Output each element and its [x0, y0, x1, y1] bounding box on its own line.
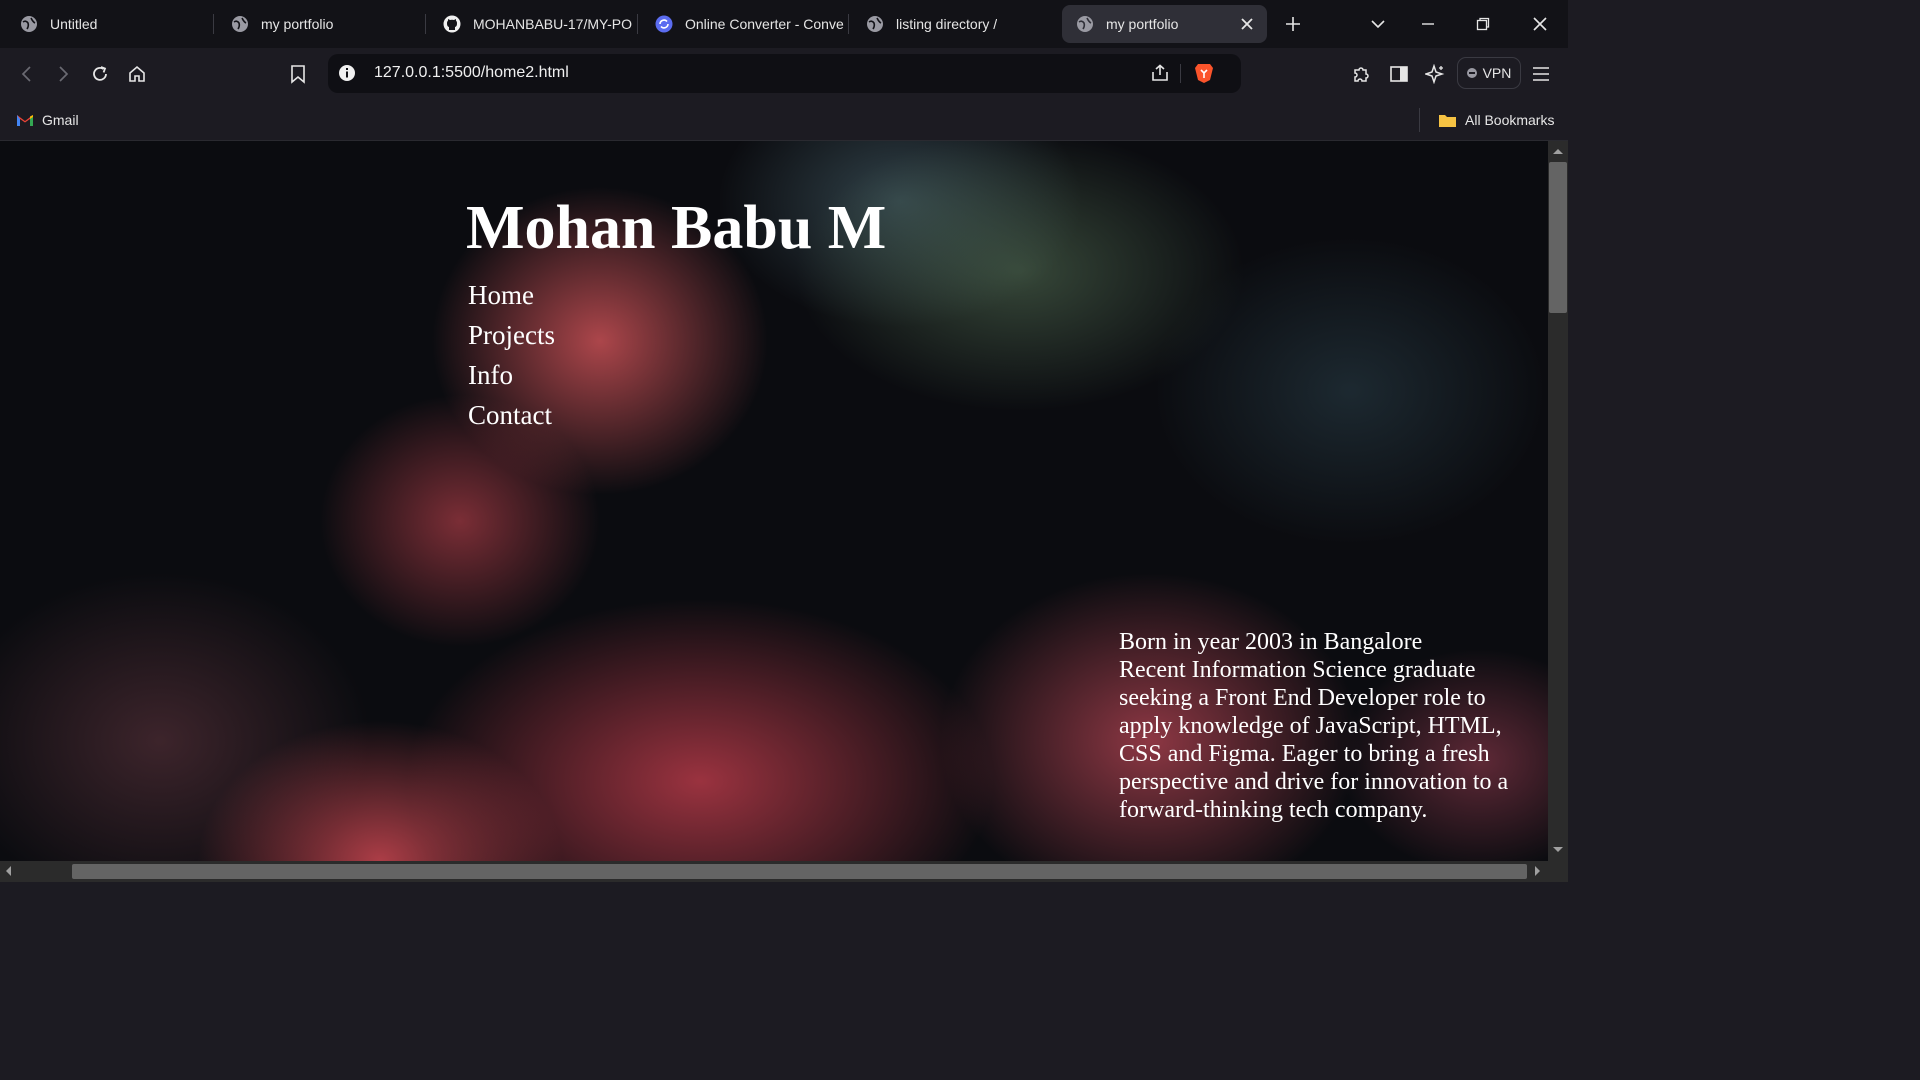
bookmarks-bar: Gmail All Bookmarks [0, 100, 1568, 141]
site-info-icon[interactable] [338, 64, 356, 82]
tab-github-repo[interactable]: MOHANBABU-17/MY-PO [431, 5, 637, 43]
page-viewport: Mohan Babu M Home Projects Info Contact … [0, 141, 1548, 861]
sparkle-icon [1425, 64, 1445, 84]
bookmark-gmail[interactable]: Gmail [16, 108, 79, 132]
url-divider [1180, 64, 1181, 83]
chevron-down-icon [1371, 20, 1385, 29]
converter-icon [655, 15, 673, 33]
scroll-up-arrow-icon[interactable] [1553, 149, 1563, 154]
bio-section: Born in year 2003 in Bangalore Recent In… [1119, 628, 1529, 824]
arrow-left-icon [21, 66, 31, 82]
scroll-down-arrow-icon[interactable] [1553, 847, 1563, 852]
restore-icon [1476, 17, 1490, 31]
close-icon [1533, 17, 1547, 31]
browser-toolbar: 127.0.0.1:5500/home2.html VPN [0, 48, 1568, 100]
tab-title: my portfolio [261, 16, 334, 32]
restore-button[interactable] [1468, 9, 1498, 39]
site-navigation: Home Projects Info Contact [468, 275, 555, 435]
close-window-button[interactable] [1525, 9, 1555, 39]
vpn-status-icon [1466, 68, 1477, 78]
scroll-left-arrow-icon[interactable] [6, 866, 11, 876]
puzzle-icon [1354, 67, 1369, 82]
brave-shields-icon[interactable] [1194, 62, 1214, 84]
tab-separator [637, 14, 638, 34]
home-button[interactable] [123, 60, 151, 88]
leo-ai-button[interactable] [1421, 60, 1449, 88]
vpn-label: VPN [1482, 65, 1512, 81]
horizontal-scroll-thumb[interactable] [72, 864, 1527, 879]
minimize-icon [1422, 23, 1434, 25]
bio-text: Born in year 2003 in Bangalore Recent In… [1119, 629, 1509, 823]
globe-icon [867, 16, 883, 32]
reload-button[interactable] [86, 60, 114, 88]
tab-separator [425, 14, 426, 34]
tab-title: Untitled [50, 16, 98, 32]
home-icon [129, 65, 145, 82]
url-text: 127.0.0.1:5500/home2.html [374, 64, 569, 81]
close-tab-icon[interactable] [1241, 18, 1253, 30]
new-tab-button[interactable] [1278, 9, 1308, 39]
tab-title: listing directory / [896, 16, 998, 32]
all-bookmarks-folder[interactable]: All Bookmarks [1438, 108, 1554, 132]
hamburger-menu-icon [1533, 67, 1549, 81]
globe-icon [21, 16, 37, 32]
nav-link-info[interactable]: Info [468, 355, 555, 395]
bookmark-icon [291, 65, 305, 84]
back-button[interactable] [13, 60, 41, 88]
extensions-button[interactable] [1347, 60, 1375, 88]
tab-online-converter[interactable]: Online Converter - Conve [643, 5, 849, 43]
tab-search-button[interactable] [1363, 9, 1393, 39]
tab-strip: Untitled my portfolio MOHANBABU-17/MY-PO… [0, 0, 1568, 48]
scrollbar-corner [1548, 861, 1568, 882]
scroll-right-arrow-icon[interactable] [1535, 866, 1540, 876]
forward-button[interactable] [49, 60, 77, 88]
share-icon[interactable] [1150, 63, 1170, 83]
bookmark-label: Gmail [42, 112, 79, 128]
globe-icon [1077, 16, 1093, 32]
globe-icon [232, 16, 248, 32]
bookmark-label: All Bookmarks [1465, 112, 1555, 128]
folder-icon [1439, 114, 1456, 127]
sidebar-button[interactable] [1385, 60, 1413, 88]
page-title: Mohan Babu M [466, 194, 887, 262]
tab-my-portfolio-active[interactable]: my portfolio [1062, 5, 1267, 43]
tab-my-portfolio[interactable]: my portfolio [219, 5, 427, 43]
bookmark-page-button[interactable] [284, 60, 312, 88]
gmail-icon [17, 115, 33, 126]
plus-icon [1286, 17, 1300, 31]
tab-title: Online Converter - Conve [685, 16, 844, 32]
reload-icon [93, 66, 107, 81]
vpn-button[interactable]: VPN [1457, 57, 1521, 89]
vertical-scroll-thumb[interactable] [1549, 162, 1567, 313]
arrow-right-icon [59, 66, 69, 82]
minimize-button[interactable] [1413, 9, 1443, 39]
address-bar[interactable]: 127.0.0.1:5500/home2.html [328, 54, 1241, 93]
tab-title: MOHANBABU-17/MY-PO [473, 16, 632, 32]
nav-link-contact[interactable]: Contact [468, 395, 555, 435]
tab-listing-directory[interactable]: listing directory / [854, 5, 1062, 43]
sidebar-icon [1390, 66, 1408, 82]
tab-untitled[interactable]: Untitled [8, 5, 216, 43]
tab-separator [213, 14, 214, 34]
bookmarks-divider [1419, 108, 1420, 132]
nav-link-projects[interactable]: Projects [468, 315, 555, 355]
github-icon [443, 15, 461, 33]
tab-separator [848, 14, 849, 34]
nav-link-home[interactable]: Home [468, 275, 555, 315]
menu-button[interactable] [1527, 60, 1555, 88]
tab-title: my portfolio [1106, 16, 1179, 32]
